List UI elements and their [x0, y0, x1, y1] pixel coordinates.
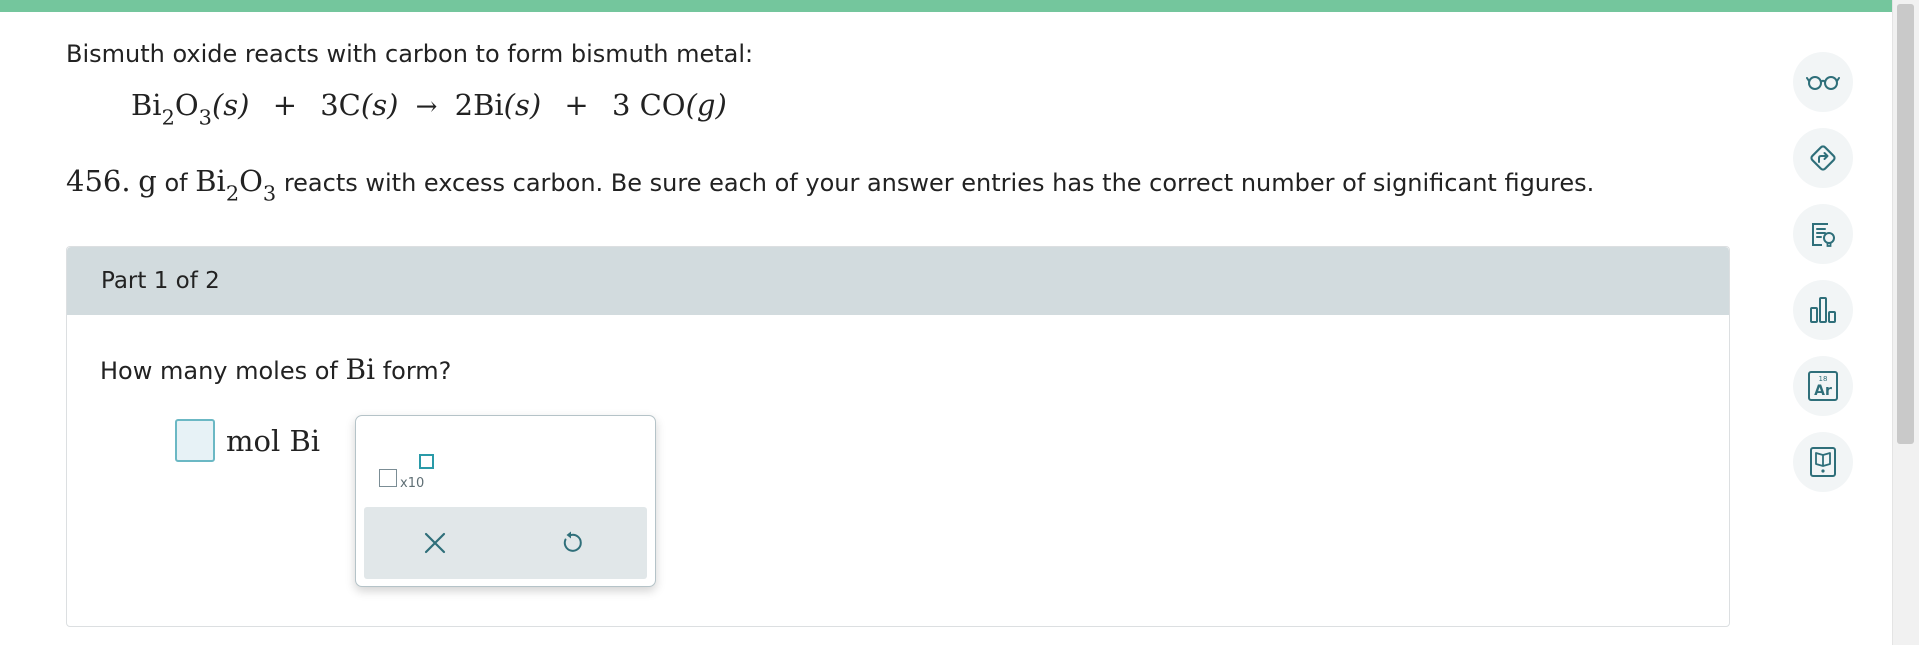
tool-explanation[interactable] — [1793, 204, 1853, 264]
scientific-notation-button[interactable]: x10 — [379, 442, 441, 491]
explanation-icon — [1812, 223, 1835, 247]
part-title: Part 1 of 2 — [101, 268, 220, 294]
question-text: How many moles of Bi form? — [100, 353, 452, 386]
top-accent-bar — [0, 0, 1893, 12]
keypad-actions — [364, 507, 647, 579]
mantissa-box-icon — [379, 469, 397, 487]
answer-unit: mol Bi — [226, 424, 321, 458]
tool-textbook[interactable] — [1793, 432, 1853, 492]
svg-text:Ar: Ar — [1814, 383, 1832, 399]
math-keypad-popup: x10 — [355, 415, 656, 587]
given-instructions: reacts with excess carbon. Be sure each … — [283, 169, 1595, 197]
tool-guided-solution[interactable] — [1793, 128, 1853, 188]
scrollbar[interactable] — [1892, 0, 1919, 645]
plus-sign: + — [272, 88, 298, 122]
tool-periodic-table[interactable]: 18 Ar — [1793, 356, 1853, 416]
close-icon — [424, 532, 446, 554]
problem-intro: Bismuth oxide reacts with carbon to form… — [66, 40, 754, 68]
plus-sign: + — [564, 88, 589, 122]
direction-sign-icon — [1810, 145, 1836, 171]
reactant-carbon: 3C(s) — [320, 88, 399, 122]
textbook-icon — [1810, 447, 1836, 477]
exponent-box-icon — [419, 454, 434, 469]
periodic-table-icon: 18 Ar — [1808, 371, 1838, 401]
svg-text:18: 18 — [1819, 375, 1828, 383]
glasses-icon — [1806, 76, 1840, 90]
tool-readspeaker[interactable] — [1793, 52, 1853, 112]
reaction-arrow: → — [415, 92, 438, 122]
reactant-bismuth-oxide: Bi2O3(s) — [131, 88, 250, 130]
product-carbon-monoxide: 3 CO(g) — [611, 88, 727, 122]
product-bismuth: 2Bi(s) — [454, 88, 542, 122]
mass-unit: g — [138, 164, 157, 198]
tool-data[interactable] — [1793, 280, 1853, 340]
of-text: of — [164, 169, 188, 197]
given-mass: 456. — [66, 164, 131, 198]
undo-icon — [563, 531, 582, 552]
x10-label: x10 — [400, 476, 425, 491]
question-formula: Bi — [345, 353, 376, 386]
undo-button[interactable] — [553, 525, 589, 561]
answer-input[interactable] — [175, 419, 215, 462]
part-header: Part 1 of 2 — [67, 247, 1729, 315]
given-statement: 456. g of Bi2O3 reacts with excess carbo… — [66, 164, 1594, 205]
clear-button[interactable] — [417, 525, 453, 561]
given-formula: Bi2O3 — [195, 164, 277, 206]
chemical-equation: Bi2O3(s) + 3C(s) → 2Bi(s) + 3 CO(g) — [131, 88, 727, 129]
bar-chart-icon — [1810, 297, 1836, 323]
scrollbar-thumb[interactable] — [1897, 4, 1914, 444]
